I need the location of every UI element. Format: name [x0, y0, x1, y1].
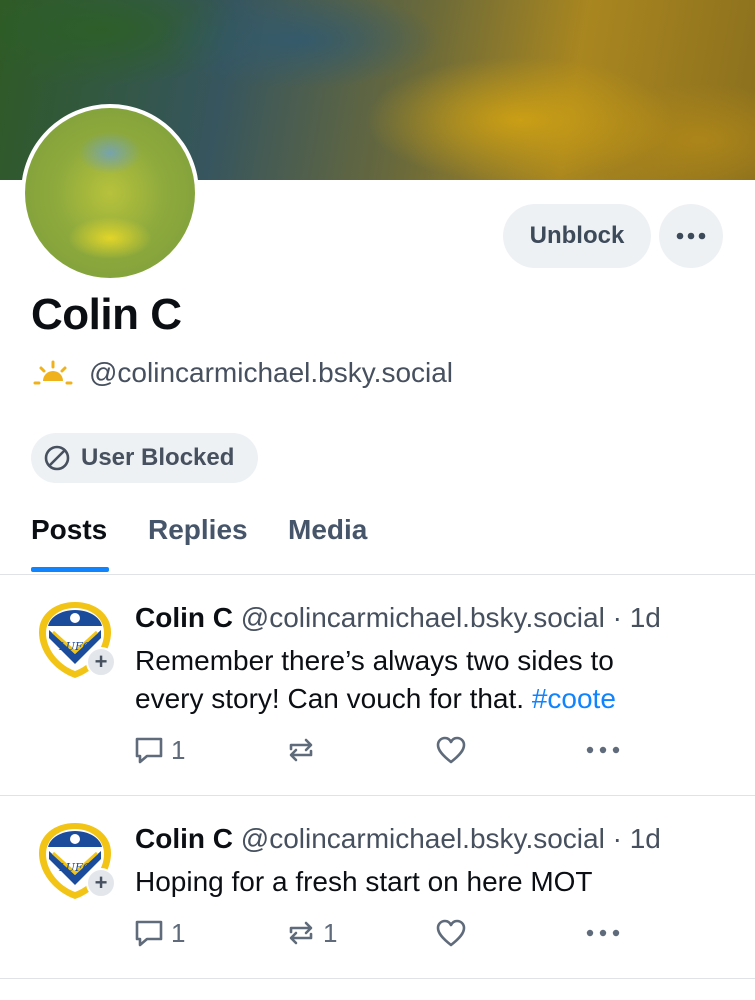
post-author-name[interactable]: Colin C [135, 602, 233, 633]
svg-text:LUFC: LUFC [58, 640, 92, 653]
reply-button[interactable]: 1 [133, 732, 185, 768]
tab-replies[interactable]: Replies [148, 514, 248, 546]
like-button[interactable] [435, 915, 473, 951]
ellipsis-icon [586, 746, 620, 754]
profile-more-button[interactable] [659, 204, 723, 268]
post-time[interactable]: 1d [630, 823, 661, 854]
post-author-avatar[interactable]: LUFC + [33, 598, 117, 682]
svg-text:LUFC: LUFC [58, 861, 92, 874]
post-item[interactable]: LUFC + Colin C @colincarmichael.bsky.soc… [0, 797, 755, 979]
heart-icon [436, 919, 466, 947]
post-text-line: Remember there’s always two sides to [135, 645, 614, 676]
follow-plus-icon[interactable]: + [86, 868, 116, 898]
post-more-button[interactable] [585, 915, 621, 951]
post-hashtag[interactable]: #coote [532, 683, 616, 714]
reply-count: 1 [171, 734, 186, 765]
post-text-line: Hoping for a fresh start on here MOT [135, 866, 593, 897]
active-tab-indicator [31, 567, 109, 572]
tab-media[interactable]: Media [288, 514, 367, 546]
sun-icon [33, 360, 73, 385]
post-more-button[interactable] [585, 732, 621, 768]
post-header: Colin C @colincarmichael.bsky.social · 1… [135, 602, 661, 634]
profile-handle: @colincarmichael.bsky.social [89, 357, 454, 388]
repost-button[interactable]: 1 [285, 915, 337, 951]
ellipsis-icon [676, 232, 706, 240]
post-author-handle[interactable]: @colincarmichael.bsky.social [241, 823, 605, 854]
post-author-name[interactable]: Colin C [135, 823, 233, 854]
repost-icon [289, 738, 313, 762]
ellipsis-icon [586, 929, 620, 937]
profile-tabs: Posts Replies Media [0, 500, 755, 575]
blocked-label: User Blocked [81, 444, 235, 471]
post-time[interactable]: 1d [630, 602, 661, 633]
heart-icon [436, 736, 466, 764]
post-header: Colin C @colincarmichael.bsky.social · 1… [135, 823, 661, 855]
repost-icon [289, 921, 313, 945]
post-author-handle[interactable]: @colincarmichael.bsky.social [241, 602, 605, 633]
profile-display-name: Colin C [31, 290, 182, 339]
post-separator: · [612, 602, 622, 633]
like-button[interactable] [435, 732, 473, 768]
post-separator: · [612, 823, 622, 854]
reply-button[interactable]: 1 [133, 915, 185, 951]
post-text-line: every story! Can vouch for that. [135, 683, 532, 714]
blocked-icon [44, 445, 70, 471]
avatar-image [25, 108, 195, 278]
unblock-button[interactable]: Unblock [503, 204, 651, 268]
tab-posts[interactable]: Posts [31, 514, 107, 546]
reply-count: 1 [171, 917, 186, 948]
user-blocked-badge: User Blocked [31, 433, 258, 483]
post-text: Hoping for a fresh start on here MOT [135, 863, 715, 901]
post-author-avatar[interactable]: LUFC + [33, 819, 117, 903]
reply-icon [135, 737, 163, 764]
follow-plus-icon[interactable]: + [86, 647, 116, 677]
post-actions: 1 1 [133, 915, 633, 951]
repost-count: 1 [323, 917, 338, 948]
post-actions: 1 [133, 732, 633, 768]
profile-avatar[interactable] [21, 104, 199, 282]
repost-button[interactable] [285, 732, 323, 768]
post-text: Remember there’s always two sides to eve… [135, 642, 715, 718]
profile-handle-row: @colincarmichael.bsky.social [33, 354, 453, 392]
post-item[interactable]: LUFC + Colin C @colincarmichael.bsky.soc… [0, 576, 755, 796]
reply-icon [135, 920, 163, 947]
